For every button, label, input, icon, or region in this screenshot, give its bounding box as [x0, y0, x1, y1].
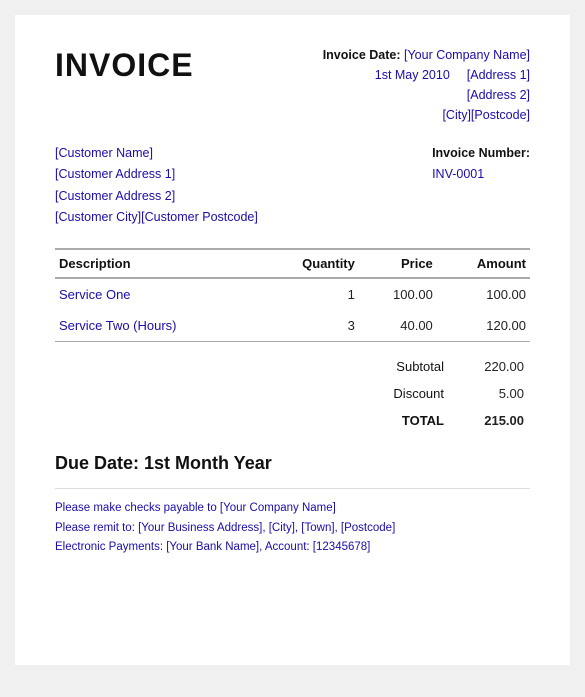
subtotal-value: 220.00 [458, 354, 528, 379]
payment-note-1: Please make checks payable to [Your Comp… [55, 499, 530, 519]
customer-address2: [Customer Address 2] [55, 186, 258, 207]
customer-address1: [Customer Address 1] [55, 164, 258, 185]
discount-row: Discount 5.00 [57, 381, 528, 406]
col-price: Price [359, 249, 437, 278]
address1: [Address 1] [467, 68, 530, 82]
address2: [Address 2] [467, 88, 530, 102]
discount-value: 5.00 [458, 381, 528, 406]
city-postcode: [City][Postcode] [442, 108, 530, 122]
payment-note-2: Please remit to: [Your Business Address]… [55, 519, 530, 539]
divider-row [55, 342, 530, 343]
customer-info: [Customer Name] [Customer Address 1] [Cu… [55, 143, 258, 228]
row-desc: Service One [55, 278, 260, 310]
subtotal-row: Subtotal 220.00 [57, 354, 528, 379]
invoice-table: Description Quantity Price Amount Servic… [55, 248, 530, 342]
table-row: Service One 1 100.00 100.00 [55, 278, 530, 310]
row-amount: 100.00 [437, 278, 530, 310]
row-price: 100.00 [359, 278, 437, 310]
invoice-title: INVOICE [55, 49, 194, 125]
customer-city-postcode: [Customer City][Customer Postcode] [55, 207, 258, 228]
invoice-number-label: Invoice Number: [432, 146, 530, 160]
col-amount: Amount [437, 249, 530, 278]
col-description: Description [55, 249, 260, 278]
row-price: 40.00 [359, 310, 437, 342]
table-row: Service Two (Hours) 3 40.00 120.00 [55, 310, 530, 342]
invoice-number-value: INV-0001 [432, 167, 484, 181]
total-value: 215.00 [458, 408, 528, 433]
total-label: TOTAL [339, 408, 456, 433]
info-section: [Customer Name] [Customer Address 1] [Cu… [55, 143, 530, 228]
invoice-date-label: Invoice Date: [323, 48, 401, 62]
header-right: Invoice Date: [Your Company Name] 1st Ma… [323, 45, 530, 125]
col-quantity: Quantity [260, 249, 359, 278]
invoice-page: INVOICE Invoice Date: [Your Company Name… [15, 15, 570, 665]
company-name: [Your Company Name] [404, 48, 530, 62]
row-qty: 3 [260, 310, 359, 342]
table-header-row: Description Quantity Price Amount [55, 249, 530, 278]
row-qty: 1 [260, 278, 359, 310]
customer-name: [Customer Name] [55, 143, 258, 164]
discount-label: Discount [339, 381, 456, 406]
invoice-number-block: Invoice Number: INV-0001 [432, 143, 530, 228]
row-amount: 120.00 [437, 310, 530, 342]
header-section: INVOICE Invoice Date: [Your Company Name… [55, 45, 530, 125]
subtotals-table: Subtotal 220.00 Discount 5.00 TOTAL 215.… [55, 352, 530, 435]
total-row: TOTAL 215.00 [57, 408, 528, 433]
invoice-date-value: 1st May 2010 [375, 68, 450, 82]
payment-note-3: Electronic Payments: [Your Bank Name], A… [55, 538, 530, 558]
subtotal-label: Subtotal [339, 354, 456, 379]
payment-notes: Please make checks payable to [Your Comp… [55, 488, 530, 558]
due-date: Due Date: 1st Month Year [55, 453, 530, 474]
row-desc: Service Two (Hours) [55, 310, 260, 342]
